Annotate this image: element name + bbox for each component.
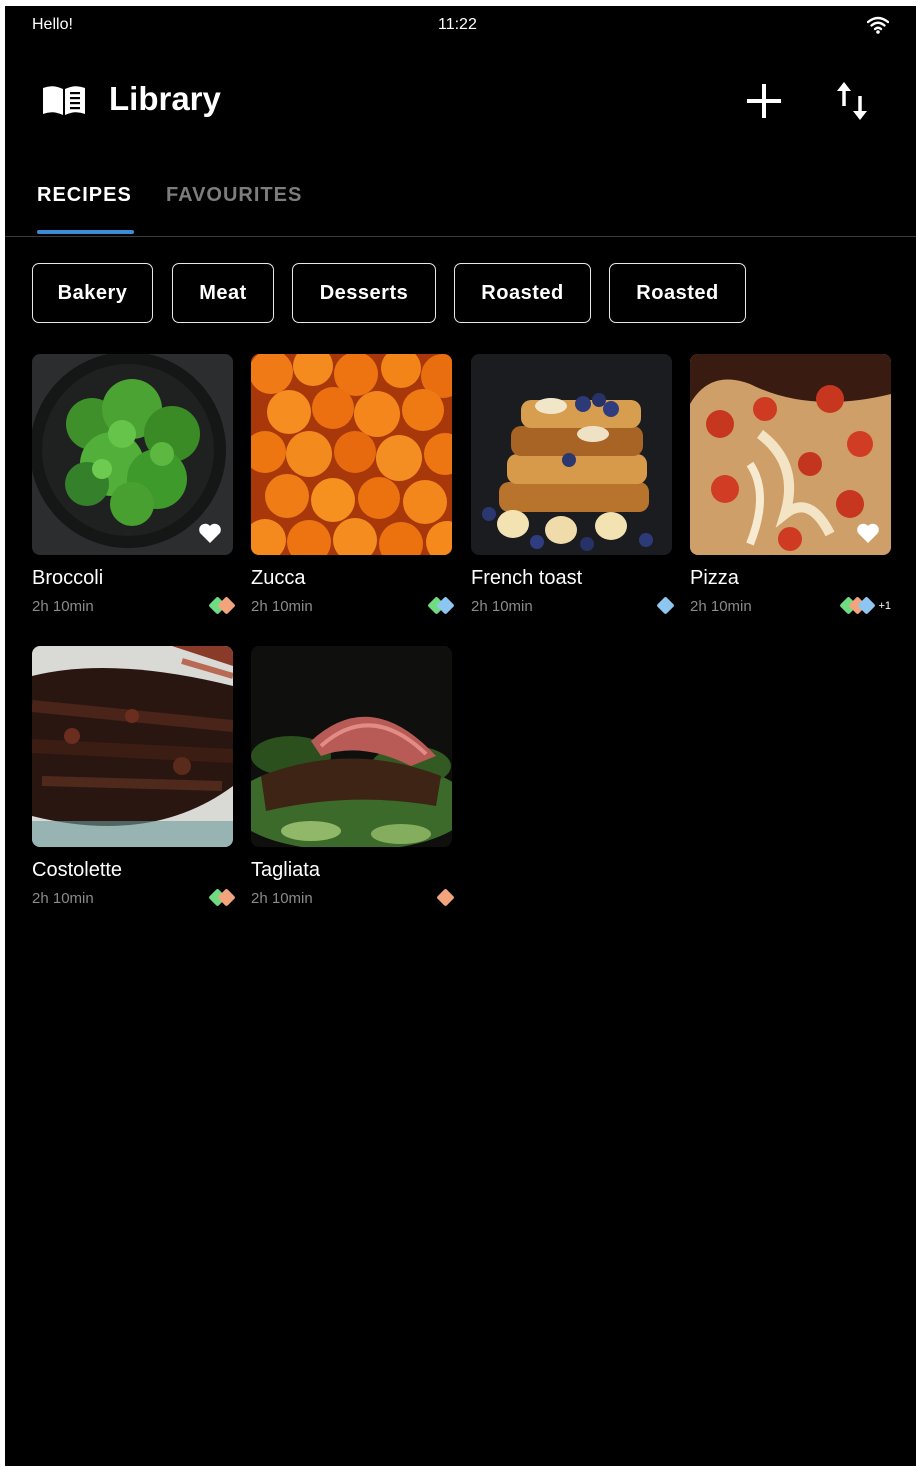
- recipe-meta: 2h 10min: [32, 596, 236, 618]
- wifi-icon: [866, 16, 890, 39]
- recipe-time: 2h 10min: [471, 598, 533, 615]
- status-time: 11:22: [438, 16, 477, 33]
- sort-button[interactable]: [831, 76, 877, 126]
- recipe-meta: 2h 10min +1: [690, 596, 891, 618]
- chip-roasted-2[interactable]: Roasted: [609, 263, 746, 323]
- recipe-image-zucca: [251, 354, 452, 555]
- recipe-card[interactable]: Pizza 2h 10min +1: [690, 354, 891, 618]
- app-screen: Hello! 11:22 Library RECIPES FAVOURITES …: [5, 6, 916, 1466]
- status-bar: Hello! 11:22: [5, 6, 916, 44]
- recipe-time: 2h 10min: [690, 598, 752, 615]
- recipe-tags: [427, 596, 455, 615]
- tab-bar: RECIPES FAVOURITES: [5, 174, 916, 237]
- recipe-tags: [208, 888, 236, 907]
- recipe-tags: [656, 596, 675, 615]
- recipe-meta: 2h 10min: [32, 888, 236, 910]
- recipe-tags: [436, 888, 455, 907]
- recipe-card[interactable]: French toast 2h 10min: [471, 354, 675, 618]
- recipe-card[interactable]: Broccoli 2h 10min: [32, 354, 236, 618]
- recipe-image-broccoli: [32, 354, 233, 555]
- recipe-time: 2h 10min: [32, 890, 94, 907]
- recipe-title: Tagliata: [251, 859, 320, 881]
- tab-recipes[interactable]: RECIPES: [37, 184, 132, 207]
- favourite-heart-icon[interactable]: [198, 522, 222, 544]
- recipe-card[interactable]: Zucca 2h 10min: [251, 354, 455, 618]
- recipe-time: 2h 10min: [251, 890, 313, 907]
- filter-chips: Bakery Meat Desserts Roasted Roasted: [32, 263, 912, 327]
- recipe-meta: 2h 10min: [251, 596, 455, 618]
- tag-orange-icon: [436, 888, 455, 907]
- recipe-image-pizza: [690, 354, 891, 555]
- recipe-image-french-toast: [471, 354, 672, 555]
- status-greeting: Hello!: [32, 16, 73, 33]
- tab-favourites[interactable]: FAVOURITES: [166, 184, 302, 207]
- recipe-tags: +1: [839, 596, 891, 615]
- favourite-heart-icon[interactable]: [856, 522, 880, 544]
- recipe-title: Zucca: [251, 567, 306, 589]
- recipe-image-tagliata: [251, 646, 452, 847]
- recipe-image-costolette: [32, 646, 233, 847]
- chip-meat[interactable]: Meat: [172, 263, 274, 323]
- add-recipe-button[interactable]: [741, 78, 787, 124]
- chip-bakery[interactable]: Bakery: [32, 263, 153, 323]
- tab-indicator: [37, 230, 134, 234]
- tag-blue-icon: [656, 596, 675, 615]
- book-icon: [41, 82, 87, 123]
- recipe-meta: 2h 10min: [471, 596, 675, 618]
- plus-icon: [747, 84, 781, 118]
- recipe-card[interactable]: Tagliata 2h 10min: [251, 646, 455, 910]
- sort-arrows-icon: [837, 82, 867, 120]
- app-bar: Library: [5, 66, 916, 136]
- more-tags-count: +1: [878, 599, 891, 612]
- page-title: Library: [109, 80, 221, 117]
- recipe-tags: [208, 596, 236, 615]
- recipe-title: French toast: [471, 567, 583, 589]
- recipe-title: Broccoli: [32, 567, 104, 589]
- recipe-title: Costolette: [32, 859, 123, 881]
- recipe-time: 2h 10min: [251, 598, 313, 615]
- recipe-time: 2h 10min: [32, 598, 94, 615]
- recipe-card[interactable]: Costolette 2h 10min: [32, 646, 236, 910]
- recipe-meta: 2h 10min: [251, 888, 455, 910]
- recipe-title: Pizza: [690, 567, 739, 589]
- chip-desserts[interactable]: Desserts: [292, 263, 436, 323]
- chip-roasted[interactable]: Roasted: [454, 263, 591, 323]
